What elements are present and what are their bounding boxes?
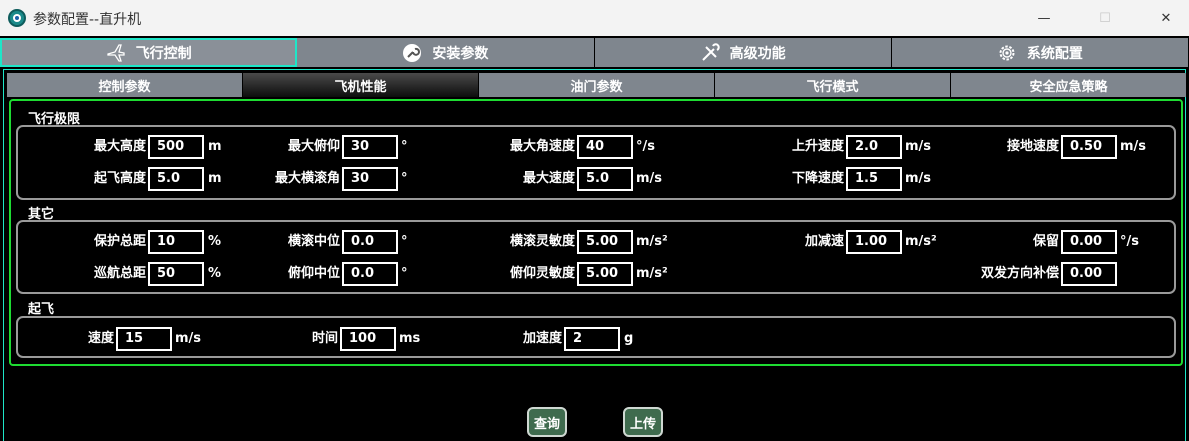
roll-neutral-unit: ° [401,234,408,249]
descent-speed-input[interactable]: 1.5 [846,167,902,191]
roll-neutral-label: 横滚中位 [287,234,340,249]
tab-system-config[interactable]: 系统配置 [891,38,1189,67]
descent-speed-unit: m/s [905,171,932,186]
cruise-total-distance-input[interactable]: 50 [148,262,204,286]
pitch-sensitivity-unit: m/s² [636,266,668,281]
takeoff-altitude-input[interactable]: 5.0 [148,167,204,191]
climb-speed-input[interactable]: 2.0 [846,135,902,159]
pitch-sensitivity-label: 俯仰灵敏度 [509,266,575,281]
tab-advanced[interactable]: 高级功能 [594,38,892,67]
protect-total-distance-input[interactable]: 10 [148,230,204,254]
takeoff-accel-input[interactable]: 2 [564,327,620,351]
max-pitch-unit: ° [401,139,408,154]
reserved-unit: °/s [1120,234,1139,249]
takeoff-time-unit: ms [399,331,421,346]
descent-speed-label: 下降速度 [791,171,844,186]
cruise-total-distance-label: 巡航总距 [93,266,146,281]
wrench-icon [403,43,422,62]
touchdown-speed-input[interactable]: 0.50 [1061,135,1117,159]
max-angular-speed-input[interactable]: 40 [577,135,633,159]
app-gear-icon [8,9,26,27]
upload-button[interactable]: 上传 [623,407,663,437]
sub-tab-bar: 控制参数 飞机性能 油门参数 飞行模式 安全应急策略 [7,73,1189,97]
max-pitch-label: 最大俯仰 [287,139,340,154]
takeoff-time-label: 时间 [311,331,338,346]
pitch-sensitivity-input[interactable]: 5.00 [577,262,633,286]
takeoff-speed-unit: m/s [175,331,202,346]
cruise-total-distance-unit: % [208,266,222,281]
pitch-neutral-input[interactable]: 0.0 [342,262,398,286]
max-roll-input[interactable]: 30 [342,167,398,191]
max-angular-speed-unit: °/s [636,139,655,154]
plane-icon [106,43,125,62]
subtab-safety-strategy[interactable]: 安全应急策略 [951,73,1187,97]
climb-speed-unit: m/s [905,139,932,154]
climb-speed-label: 上升速度 [791,139,844,154]
max-speed-unit: m/s [636,171,663,186]
reserved-input[interactable]: 0.00 [1061,230,1117,254]
tools-icon [701,42,720,61]
tab-label: 安装参数 [432,45,489,62]
touchdown-speed-unit: m/s [1120,139,1147,154]
takeoff-altitude-unit: m [208,171,222,186]
twin-engine-compensation-input[interactable]: 0.00 [1061,262,1117,286]
minimize-button[interactable]: — [1021,0,1067,36]
main-tab-bar: 飞行控制 安装参数 高级功能 系统配置 [0,38,1189,67]
touchdown-speed-label: 接地速度 [1006,139,1059,154]
query-button[interactable]: 查询 [527,407,567,437]
max-angular-speed-label: 最大角速度 [509,139,575,154]
roll-neutral-input[interactable]: 0.0 [342,230,398,254]
maximize-button[interactable]: ☐ [1082,0,1128,36]
acceleration-unit: m/s² [905,234,937,249]
window-title: 参数配置--直升机 [33,12,142,28]
gear-icon [999,45,1015,60]
close-button[interactable]: ✕ [1143,0,1189,36]
roll-sensitivity-label: 横滚灵敏度 [509,234,575,249]
max-altitude-input[interactable]: 500 [148,135,204,159]
tab-install-params[interactable]: 安装参数 [297,38,595,67]
twin-engine-compensation-label: 双发方向补偿 [980,266,1059,281]
protect-total-distance-label: 保护总距 [93,234,146,249]
section-title-takeoff: 起飞 [28,302,55,317]
subtab-flight-modes[interactable]: 飞行模式 [715,73,951,97]
roll-sensitivity-input[interactable]: 5.00 [577,230,633,254]
tab-label: 飞行控制 [135,45,192,62]
max-speed-label: 最大速度 [522,171,575,186]
takeoff-accel-label: 加速度 [522,331,562,346]
subtab-throttle-params[interactable]: 油门参数 [479,73,715,97]
subtab-control-params[interactable]: 控制参数 [7,73,243,97]
max-altitude-unit: m [208,139,222,154]
pitch-neutral-label: 俯仰中位 [287,266,340,281]
takeoff-speed-label: 速度 [87,331,114,346]
max-speed-input[interactable]: 5.0 [577,167,633,191]
tab-label: 高级功能 [729,45,786,62]
takeoff-speed-input[interactable]: 15 [116,327,172,351]
pitch-neutral-unit: ° [401,266,408,281]
max-roll-label: 最大横滚角 [274,171,340,186]
takeoff-time-input[interactable]: 100 [340,327,396,351]
takeoff-accel-unit: g [624,331,634,346]
subtab-aircraft-performance[interactable]: 飞机性能 [243,73,479,97]
tab-flight-control[interactable]: 飞行控制 [0,38,298,67]
roll-sensitivity-unit: m/s² [636,234,668,249]
acceleration-input[interactable]: 1.00 [846,230,902,254]
reserved-label: 保留 [1032,234,1059,249]
protect-total-distance-unit: % [208,234,222,249]
acceleration-label: 加减速 [804,234,844,249]
max-pitch-input[interactable]: 30 [342,135,398,159]
takeoff-altitude-label: 起飞高度 [93,171,146,186]
tab-label: 系统配置 [1026,45,1083,62]
max-altitude-label: 最大高度 [93,139,146,154]
max-roll-unit: ° [401,171,408,186]
title-bar: 参数配置--直升机 — ☐ ✕ [0,0,1189,36]
